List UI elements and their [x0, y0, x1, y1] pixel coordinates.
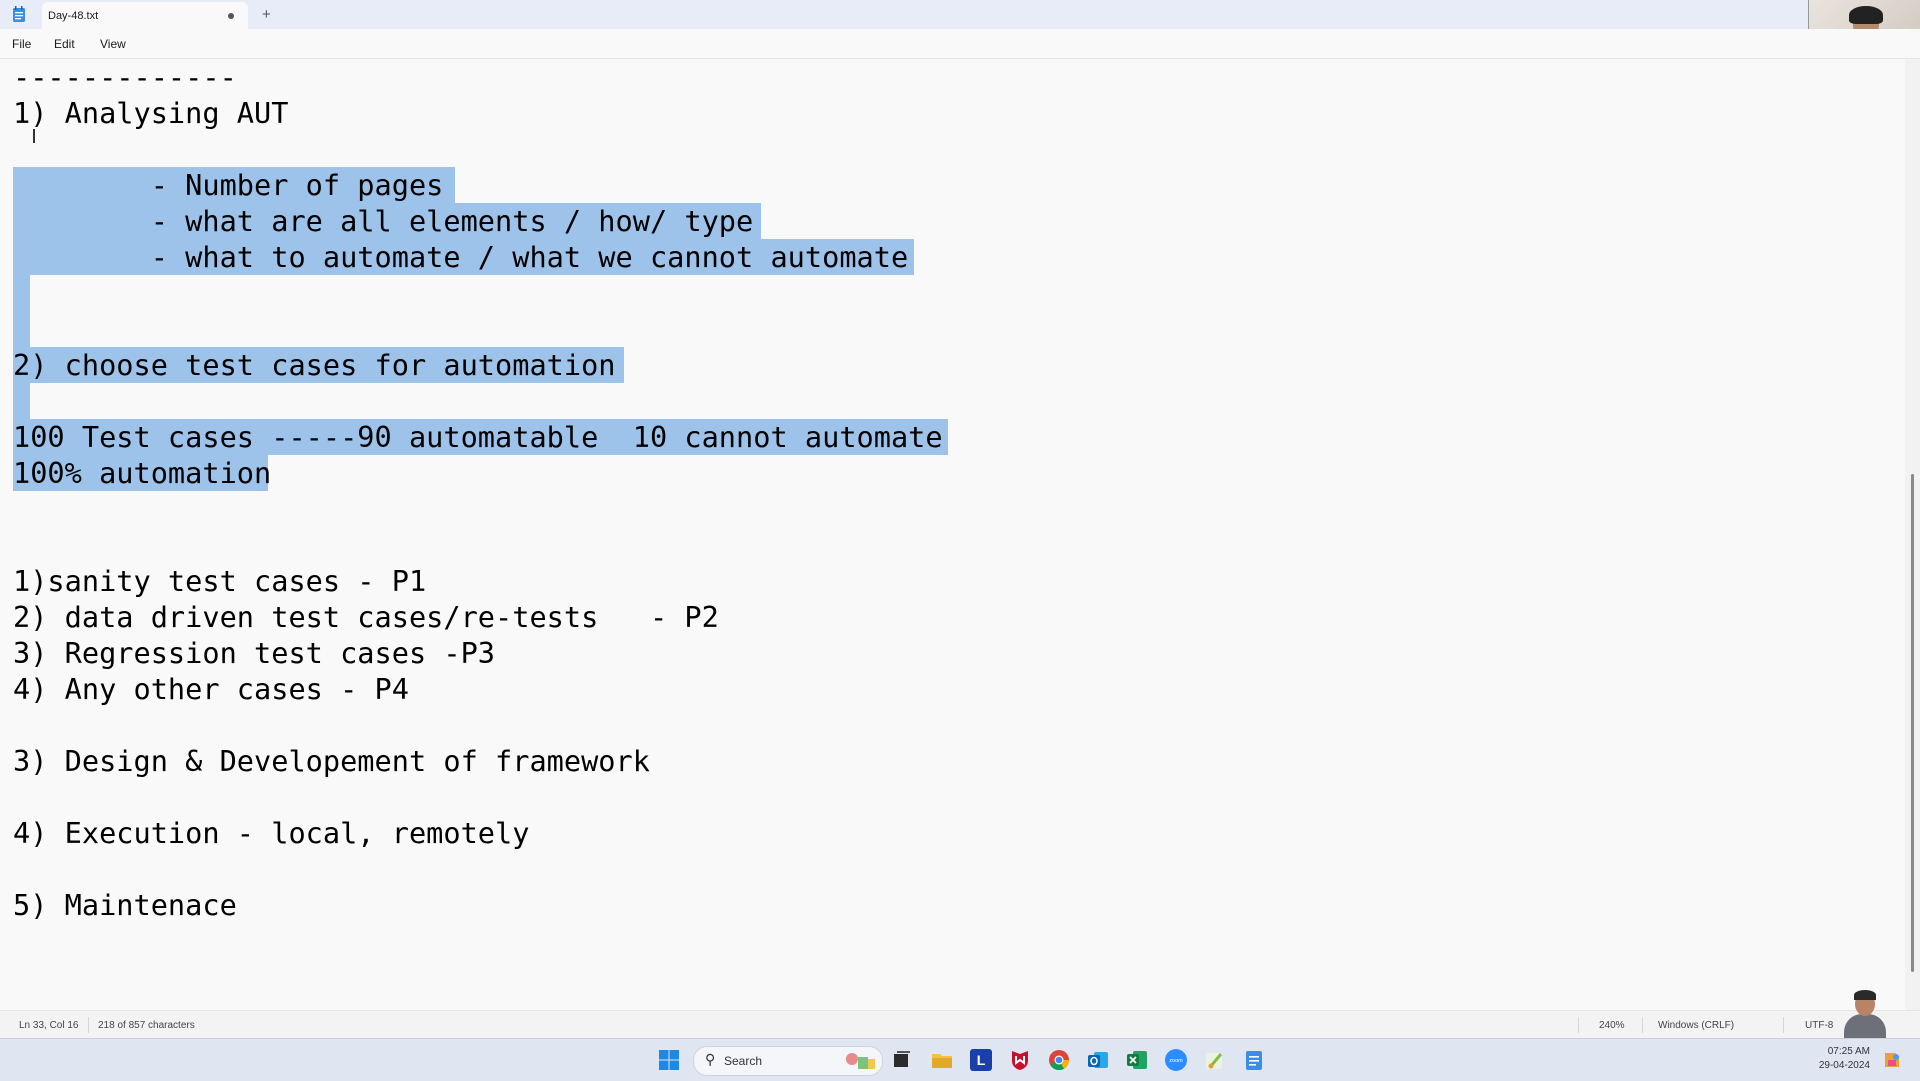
- scrollbar-thumb[interactable]: [1911, 474, 1914, 972]
- menu-bar: File Edit View: [0, 29, 1920, 59]
- text-line: 4) Execution - local, remotely: [13, 816, 530, 850]
- text-line: - Number of pages: [13, 168, 444, 202]
- text-line: - what to automate / what we cannot auto…: [13, 240, 909, 274]
- text-line: 1)sanity test cases - P1: [13, 564, 427, 598]
- zoom-level[interactable]: 240%: [1599, 1020, 1625, 1031]
- text-cursor: [33, 129, 35, 143]
- cursor-position: Ln 33, Col 16: [19, 1020, 79, 1031]
- selection-highlight: [13, 383, 30, 419]
- windows-start-icon[interactable]: [657, 1048, 681, 1072]
- vertical-scrollbar[interactable]: [1905, 59, 1920, 1010]
- task-view-icon[interactable]: [890, 1048, 914, 1072]
- copilot-icon[interactable]: [1882, 1051, 1902, 1069]
- text-line: 3) Regression test cases -P3: [13, 636, 496, 670]
- text-editor[interactable]: ------------- 1) Analysing AUT - Number …: [0, 59, 1905, 1010]
- text-line: -------------: [13, 60, 237, 94]
- text-line: 2) data driven test cases/re-tests - P2: [13, 600, 719, 634]
- menu-edit[interactable]: Edit: [54, 37, 75, 51]
- clock-time: 07:25 AM: [1827, 1046, 1870, 1057]
- tab-title: Day-48.txt: [48, 10, 99, 22]
- tab-day-48[interactable]: Day-48.txt: [42, 2, 248, 29]
- zoom-icon[interactable]: zoom: [1164, 1048, 1188, 1072]
- system-clock[interactable]: 07:25 AM 29-04-2024: [1810, 1045, 1870, 1073]
- status-divider: [1642, 1017, 1643, 1033]
- text-line: 100% automation: [13, 456, 272, 490]
- clock-date: 29-04-2024: [1818, 1060, 1870, 1071]
- text-line: 2) choose test cases for automation: [13, 348, 616, 382]
- notepad-icon[interactable]: [1242, 1048, 1266, 1072]
- status-bar: Ln 33, Col 16 218 of 857 characters 240%…: [0, 1010, 1920, 1039]
- file-explorer-icon[interactable]: [930, 1048, 954, 1072]
- status-divider: [88, 1017, 89, 1033]
- l-app-icon[interactable]: L: [969, 1048, 993, 1072]
- presenter-video-thumbnail: [1842, 990, 1888, 1042]
- selection-highlight: [13, 275, 30, 347]
- mcafee-icon[interactable]: [1008, 1048, 1032, 1072]
- status-divider: [1578, 1017, 1579, 1033]
- outlook-icon[interactable]: [1086, 1048, 1110, 1072]
- paint-icon[interactable]: [1203, 1048, 1227, 1072]
- encoding[interactable]: UTF-8: [1805, 1020, 1833, 1031]
- svg-text:zoom: zoom: [1169, 1058, 1183, 1064]
- excel-icon[interactable]: [1125, 1048, 1149, 1072]
- text-line: 4) Any other cases - P4: [13, 672, 409, 706]
- chrome-icon[interactable]: [1047, 1048, 1071, 1072]
- text-line: 1) Analysing AUT: [13, 96, 289, 130]
- line-ending[interactable]: Windows (CRLF): [1658, 1020, 1734, 1031]
- notepad-icon: [13, 6, 25, 22]
- taskbar: ⚲ Search L zoom 07:25 AM 29-04-2024: [0, 1038, 1920, 1081]
- text-line: 3) Design & Developement of framework: [13, 744, 650, 778]
- search-highlight-icon: [846, 1053, 875, 1069]
- unsaved-dot-icon[interactable]: [228, 13, 234, 19]
- title-bar: Day-48.txt +: [0, 0, 1920, 29]
- new-tab-button[interactable]: +: [262, 6, 271, 23]
- svg-text:L: L: [977, 1052, 986, 1068]
- search-placeholder: Search: [724, 1054, 763, 1068]
- status-divider: [1783, 1017, 1784, 1033]
- search-icon: ⚲: [705, 1052, 716, 1068]
- menu-file[interactable]: File: [12, 37, 31, 51]
- menu-view[interactable]: View: [100, 37, 126, 51]
- text-line: 5) Maintenace: [13, 888, 237, 922]
- selection-count: 218 of 857 characters: [98, 1020, 195, 1031]
- text-line: 100 Test cases -----90 automatable 10 ca…: [13, 420, 943, 454]
- taskbar-search[interactable]: ⚲ Search: [693, 1046, 883, 1076]
- text-line: - what are all elements / how/ type: [13, 204, 754, 238]
